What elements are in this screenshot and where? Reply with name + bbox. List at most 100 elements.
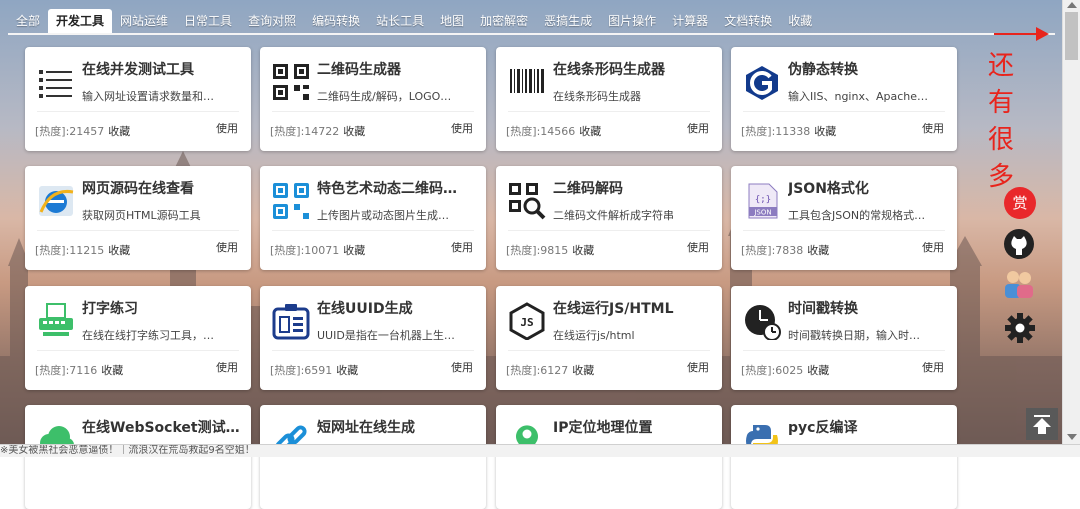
tool-card-title[interactable]: 特色艺术动态二维码… [317, 178, 482, 198]
heat-label: [热度]: [506, 125, 541, 138]
gear-icon[interactable] [1004, 312, 1036, 344]
use-button[interactable]: 使用 [922, 359, 944, 375]
tab-6[interactable]: 站长工具 [368, 9, 432, 33]
tool-card[interactable]: IP定位地理位置 [496, 405, 722, 509]
tab-5[interactable]: 编码转换 [304, 9, 368, 33]
favorite-link[interactable]: 收藏 [579, 125, 601, 138]
tool-card-title[interactable]: 在线UUID生成 [317, 298, 482, 318]
use-button[interactable]: 使用 [451, 359, 473, 375]
tool-card-title[interactable]: 二维码生成器 [317, 59, 482, 79]
heat-label: [热度]: [270, 244, 305, 257]
heat-label: [热度]: [35, 364, 70, 377]
favorite-link[interactable]: 收藏 [108, 244, 130, 257]
use-button[interactable]: 使用 [216, 359, 238, 375]
scrollbar-thumb[interactable] [1065, 12, 1078, 60]
favorite-link[interactable]: 收藏 [807, 364, 829, 377]
favorite-link[interactable]: 收藏 [814, 125, 836, 138]
use-button[interactable]: 使用 [687, 239, 709, 255]
favorite-link[interactable]: 收藏 [343, 244, 365, 257]
use-button[interactable]: 使用 [451, 120, 473, 136]
use-button[interactable]: 使用 [687, 359, 709, 375]
scroll-up-arrow-icon[interactable] [1067, 2, 1077, 8]
scroll-down-arrow-icon[interactable] [1067, 434, 1077, 440]
tab-2[interactable]: 网站运维 [112, 9, 176, 33]
github-icon[interactable] [1003, 228, 1035, 260]
tool-card[interactable]: 特色艺术动态二维码… 上传图片或动态图片生成… [热度]:10071 收藏 使用 [260, 166, 486, 270]
card-divider [743, 111, 945, 112]
use-button[interactable]: 使用 [451, 239, 473, 255]
tab-3[interactable]: 日常工具 [176, 9, 240, 33]
back-to-top-button[interactable] [1026, 408, 1058, 440]
card-divider [272, 111, 474, 112]
tab-7[interactable]: 地图 [432, 9, 472, 33]
use-button[interactable]: 使用 [922, 239, 944, 255]
tool-card-title[interactable]: 时间戳转换 [788, 298, 953, 318]
tool-card[interactable]: JS 在线运行JS/HTML 在线运行js/html [热度]:6127 收藏 使用 [496, 286, 722, 390]
use-button[interactable]: 使用 [216, 239, 238, 255]
tab-10[interactable]: 图片操作 [600, 9, 664, 33]
tool-card-title[interactable]: 在线并发测试工具 [82, 59, 247, 79]
tool-card-title[interactable]: 在线运行JS/HTML [553, 298, 718, 318]
favorite-link[interactable]: 收藏 [336, 364, 358, 377]
tab-12[interactable]: 文档转换 [716, 9, 780, 33]
tool-card-desc: 上传图片或动态图片生成… [317, 209, 449, 222]
tool-card[interactable]: 网页源码在线查看 获取网页HTML源码工具 [热度]:11215 收藏 使用 [25, 166, 251, 270]
tab-1[interactable]: 开发工具 [48, 9, 113, 33]
vertical-scrollbar[interactable] [1062, 0, 1080, 444]
card-divider [272, 230, 474, 231]
tool-card-title[interactable]: 网页源码在线查看 [82, 178, 247, 198]
tool-card[interactable]: 时间戳转换 时间戳转换日期，输入时… [热度]:6025 收藏 使用 [731, 286, 957, 390]
favorite-link[interactable]: 收藏 [572, 364, 594, 377]
heat-count: 9815 [540, 244, 569, 257]
use-button[interactable]: 使用 [216, 120, 238, 136]
favorite-link[interactable]: 收藏 [807, 244, 829, 257]
tool-card[interactable]: 在线条形码生成器 在线条形码生成器 [热度]:14566 收藏 使用 [496, 47, 722, 151]
heat-label: [热度]: [506, 244, 541, 257]
tab-0[interactable]: 全部 [8, 9, 48, 33]
tool-card-title[interactable]: 二维码解码 [553, 178, 718, 198]
tool-card-desc: 在线运行js/html [553, 329, 635, 342]
tool-card-title[interactable]: IP定位地理位置 [553, 417, 718, 437]
tab-13[interactable]: 收藏 [780, 9, 820, 33]
favorite-link[interactable]: 收藏 [343, 125, 365, 138]
heat-label: [热度]: [741, 364, 776, 377]
favorite-link[interactable]: 收藏 [108, 125, 130, 138]
tool-card[interactable]: 在线并发测试工具 输入网址设置请求数量和… [热度]:21457 收藏 使用 [25, 47, 251, 151]
arrow-up-icon [1033, 415, 1051, 434]
tool-card[interactable]: 二维码解码 二维码文件解析成字符串 [热度]:9815 收藏 使用 [496, 166, 722, 270]
favorite-link[interactable]: 收藏 [101, 364, 123, 377]
use-button[interactable]: 使用 [922, 120, 944, 136]
tool-card[interactable]: 二维码生成器 二维码生成/解码，LOGO… [热度]:14722 收藏 使用 [260, 47, 486, 151]
tool-card-title[interactable]: 短网址在线生成 [317, 417, 482, 437]
status-news-text[interactable]: ※美女被黑社会恶意逼债！｜流浪汉在荒岛救起9名空姐！ [0, 445, 255, 456]
tool-card-title[interactable]: 在线条形码生成器 [553, 59, 718, 79]
tool-card[interactable]: pyc反编译 [731, 405, 957, 509]
tool-card[interactable]: {;} JSON JSON格式化 工具包含JSON的常规格式… [热度]:7838 收藏 使… [731, 166, 957, 270]
heat-count: 11338 [775, 125, 811, 138]
arrow-right-icon [994, 27, 1049, 41]
tool-card-title[interactable]: JSON格式化 [788, 178, 953, 198]
reward-button[interactable]: 赏 [1004, 187, 1036, 219]
heat-label: [热度]: [35, 244, 70, 257]
card-divider [37, 230, 239, 231]
heat-count: 7116 [69, 364, 98, 377]
tool-card-title[interactable]: pyc反编译 [788, 417, 953, 437]
tool-card[interactable]: 短网址在线生成 [260, 405, 486, 509]
heat-label: [热度]: [741, 125, 776, 138]
tool-card[interactable]: 打字练习 在线在线打字练习工具，… [热度]:7116 收藏 使用 [25, 286, 251, 390]
tool-card-title[interactable]: 打字练习 [82, 298, 247, 318]
tab-4[interactable]: 查询对照 [240, 9, 304, 33]
users-icon[interactable] [1002, 268, 1036, 300]
tab-11[interactable]: 计算器 [664, 9, 716, 33]
tool-card[interactable]: 伪静态转换输入IIS、nginx、Apache… [热度]:11338 收藏 使用 [731, 47, 957, 151]
tool-card-title[interactable]: 伪静态转换 [788, 59, 953, 79]
tool-card[interactable]: 在线WebSocket测试… [25, 405, 251, 509]
tool-card-desc: UUID是指在一台机器上生… [317, 329, 455, 342]
tool-card-title[interactable]: 在线WebSocket测试… [82, 417, 247, 437]
use-button[interactable]: 使用 [687, 120, 709, 136]
tab-9[interactable]: 恶搞生成 [536, 9, 600, 33]
tool-card-desc: 输入IIS、nginx、Apache… [788, 90, 928, 103]
tool-card[interactable]: 在线UUID生成 UUID是指在一台机器上生… [热度]:6591 收藏 使用 [260, 286, 486, 390]
favorite-link[interactable]: 收藏 [572, 244, 594, 257]
tab-8[interactable]: 加密解密 [472, 9, 536, 33]
